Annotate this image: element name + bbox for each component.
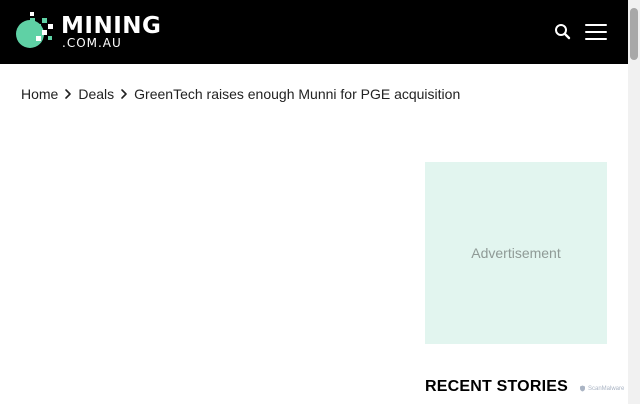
breadcrumb-current-page: GreenTech raises enough Munni for PGE ac… xyxy=(134,86,461,102)
logo-subtext: .COM.AU xyxy=(62,36,122,50)
advertisement-slot[interactable]: Advertisement xyxy=(425,162,607,344)
advertisement-label: Advertisement xyxy=(471,245,561,261)
breadcrumb-deals-link[interactable]: Deals xyxy=(78,86,114,102)
breadcrumb: Home Deals GreenTech raises enough Munni… xyxy=(21,86,460,102)
search-icon xyxy=(555,24,571,40)
shield-icon xyxy=(580,385,585,392)
recent-stories-heading: RECENT STORIES xyxy=(425,378,568,395)
breadcrumb-home-link[interactable]: Home xyxy=(21,86,58,102)
menu-button[interactable] xyxy=(585,22,609,42)
scan-malware-badge: ScanMalware xyxy=(579,385,624,392)
site-logo[interactable]: MINING .COM.AU xyxy=(16,12,166,52)
chevron-right-icon xyxy=(121,89,127,99)
scrollbar-thumb[interactable] xyxy=(630,8,638,60)
chevron-right-icon xyxy=(65,89,72,99)
hamburger-menu-icon-bar xyxy=(585,38,607,40)
search-button[interactable] xyxy=(554,23,572,41)
logo-mark-icon xyxy=(16,12,53,48)
scrollbar-track[interactable] xyxy=(628,0,640,404)
site-header: MINING .COM.AU xyxy=(0,0,628,64)
scan-malware-text: ScanMalware xyxy=(588,385,625,392)
hamburger-menu-icon xyxy=(585,24,607,26)
hamburger-menu-icon-bar xyxy=(585,31,607,33)
